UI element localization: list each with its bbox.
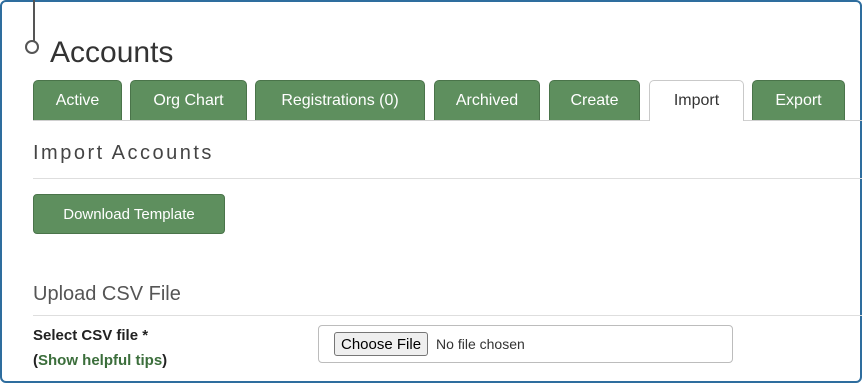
choose-file-button[interactable]: Choose File <box>334 332 429 356</box>
helpful-tips-line: (Show helpful tips) <box>33 352 167 369</box>
upload-csv-heading: Upload CSV File <box>33 283 181 305</box>
timeline-dot-icon <box>25 40 39 54</box>
file-status-text: No file chosen <box>436 336 525 352</box>
section-divider <box>33 178 862 179</box>
tab-create[interactable]: Create <box>549 80 640 120</box>
download-template-button[interactable]: Download Template <box>33 194 225 234</box>
tips-close-paren: ) <box>162 352 168 369</box>
tab-active[interactable]: Active <box>33 80 122 120</box>
tab-registrations[interactable]: Registrations (0) <box>255 80 425 120</box>
tab-bar: Active Org Chart Registrations (0) Archi… <box>33 80 845 121</box>
tab-archived[interactable]: Archived <box>434 80 540 120</box>
page-title: Accounts <box>50 36 174 69</box>
show-helpful-tips-link[interactable]: Show helpful tips <box>38 352 162 369</box>
import-accounts-heading: Import Accounts <box>33 142 214 164</box>
tab-export[interactable]: Export <box>752 80 845 120</box>
tab-import[interactable]: Import <box>649 80 744 121</box>
tab-org-chart[interactable]: Org Chart <box>130 80 247 120</box>
csv-file-input[interactable]: Choose File No file chosen <box>318 325 733 363</box>
select-csv-label: Select CSV file * <box>33 327 149 344</box>
timeline-line <box>33 0 35 41</box>
upload-divider <box>33 315 862 316</box>
